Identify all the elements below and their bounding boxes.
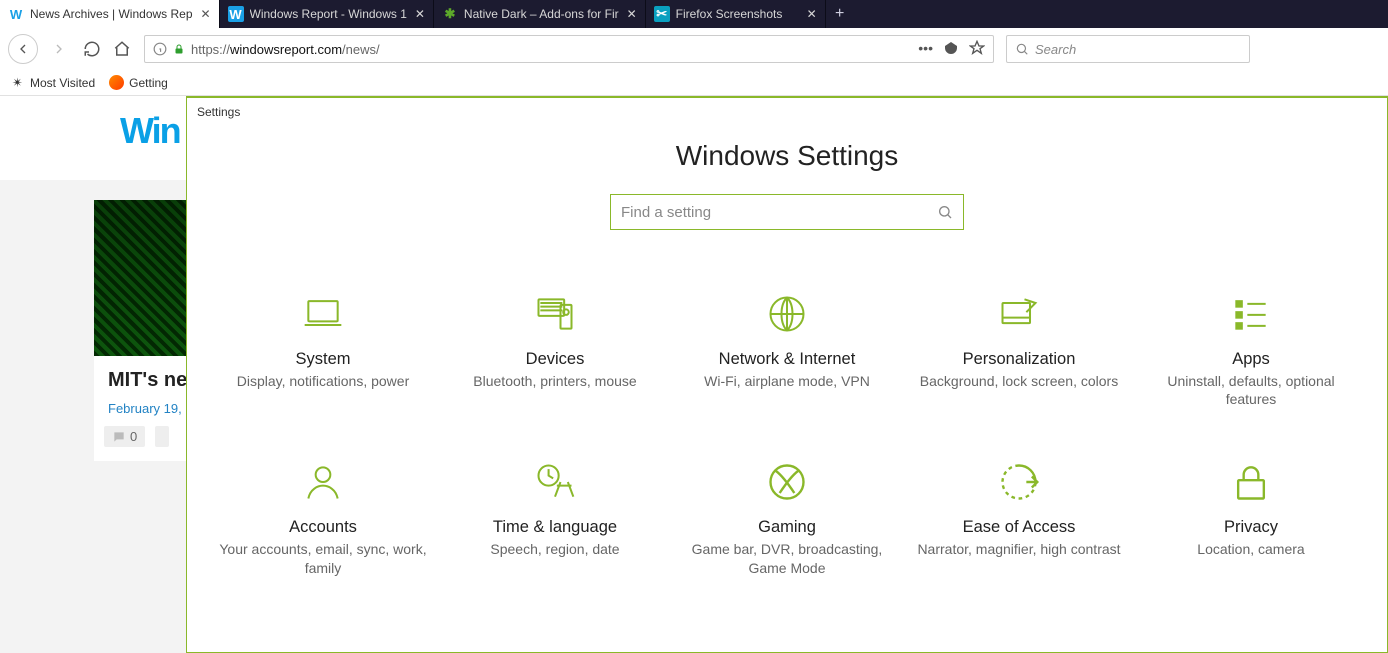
settings-search-input[interactable]: Find a setting	[610, 194, 964, 230]
bookmark-getting-started[interactable]: Getting	[109, 75, 168, 90]
tab-title: Native Dark – Add-ons for Fir	[464, 7, 619, 21]
lock-icon	[1227, 460, 1275, 504]
settings-window-title: Settings	[187, 98, 1387, 126]
reload-icon	[83, 40, 101, 58]
url-bar[interactable]: https://windowsreport.com/news/ •••	[144, 35, 994, 63]
category-network[interactable]: Network & Internet Wi-Fi, airplane mode,…	[671, 292, 903, 408]
browser-tab[interactable]: ✂ Firefox Screenshots ✕	[646, 0, 826, 28]
settings-heading: Windows Settings	[187, 140, 1387, 172]
globe-icon	[763, 292, 811, 336]
new-tab-button[interactable]: +	[826, 0, 854, 28]
person-icon	[299, 460, 347, 504]
favicon-puzzle-icon: ✱	[442, 6, 458, 22]
gear-icon: ✴	[10, 75, 25, 90]
favicon-scissors-icon: ✂	[654, 6, 670, 22]
arrow-left-icon	[15, 41, 31, 57]
bookmark-most-visited[interactable]: ✴ Most Visited	[10, 75, 95, 90]
paint-icon	[995, 292, 1043, 336]
home-button[interactable]	[110, 37, 134, 61]
page-area: Win MIT's ne chip will February 19, 0 Se…	[0, 96, 1388, 653]
site-logo[interactable]: Win	[120, 110, 180, 152]
ease-of-access-icon	[995, 460, 1043, 504]
category-time-language[interactable]: Time & language Speech, region, date	[439, 460, 671, 576]
category-devices[interactable]: Devices Bluetooth, printers, mouse	[439, 292, 671, 408]
settings-categories-grid: System Display, notifications, power Dev…	[207, 292, 1367, 577]
url-text: https://windowsreport.com/news/	[191, 42, 912, 57]
search-icon	[1015, 42, 1029, 56]
devices-icon	[531, 292, 579, 336]
settings-search-placeholder: Find a setting	[621, 204, 937, 221]
tab-close-icon[interactable]: ✕	[625, 7, 639, 21]
tab-close-icon[interactable]: ✕	[805, 7, 819, 21]
browser-tab[interactable]: W News Archives | Windows Rep ✕	[0, 0, 220, 28]
favicon-w-icon: W	[8, 6, 24, 22]
browser-tab-strip: W News Archives | Windows Rep ✕ W Window…	[0, 0, 1388, 28]
xbox-icon	[763, 460, 811, 504]
category-gaming[interactable]: Gaming Game bar, DVR, broadcasting, Game…	[671, 460, 903, 576]
favicon-w-icon: W	[228, 6, 244, 22]
settings-window: Settings Windows Settings Find a setting…	[186, 96, 1388, 653]
browser-toolbar: https://windowsreport.com/news/ ••• Sear…	[0, 28, 1388, 70]
page-actions-icon[interactable]: •••	[918, 40, 933, 59]
arrow-right-icon	[51, 41, 67, 57]
search-placeholder: Search	[1035, 42, 1076, 57]
list-icon	[1227, 292, 1275, 336]
comment-count[interactable]: 0	[104, 426, 145, 447]
lock-icon	[173, 42, 185, 56]
pocket-icon[interactable]	[943, 40, 959, 59]
browser-tab[interactable]: ✱ Native Dark – Add-ons for Fir ✕	[434, 0, 646, 28]
category-accounts[interactable]: Accounts Your accounts, email, sync, wor…	[207, 460, 439, 576]
info-icon	[153, 42, 167, 56]
tab-title: Windows Report - Windows 1	[250, 7, 407, 21]
bookmark-star-icon[interactable]	[969, 40, 985, 59]
share-button[interactable]	[155, 426, 169, 447]
comment-icon	[112, 430, 126, 444]
category-apps[interactable]: Apps Uninstall, defaults, optional featu…	[1135, 292, 1367, 408]
category-ease-of-access[interactable]: Ease of Access Narrator, magnifier, high…	[903, 460, 1135, 576]
forward-button[interactable]	[44, 34, 74, 64]
browser-tab[interactable]: W Windows Report - Windows 1 ✕	[220, 0, 434, 28]
category-personalization[interactable]: Personalization Background, lock screen,…	[903, 292, 1135, 408]
category-privacy[interactable]: Privacy Location, camera	[1135, 460, 1367, 576]
search-icon	[937, 204, 953, 220]
firefox-icon	[109, 75, 124, 90]
tab-close-icon[interactable]: ✕	[413, 7, 427, 21]
category-system[interactable]: System Display, notifications, power	[207, 292, 439, 408]
laptop-icon	[299, 292, 347, 336]
back-button[interactable]	[8, 34, 38, 64]
time-language-icon	[531, 460, 579, 504]
tab-title: News Archives | Windows Rep	[30, 7, 193, 21]
browser-search-input[interactable]: Search	[1006, 35, 1250, 63]
bookmarks-bar: ✴ Most Visited Getting	[0, 70, 1388, 96]
tab-title: Firefox Screenshots	[676, 7, 799, 21]
home-icon	[113, 40, 131, 58]
tab-close-icon[interactable]: ✕	[199, 7, 213, 21]
reload-button[interactable]	[80, 37, 104, 61]
